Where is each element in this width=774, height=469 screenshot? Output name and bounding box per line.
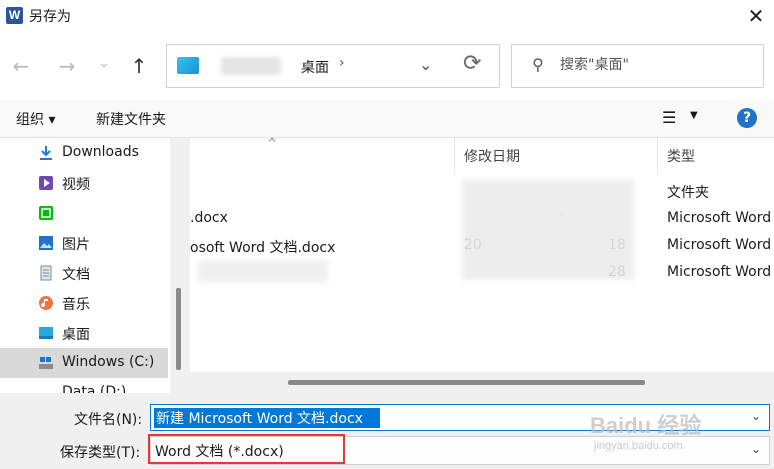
filetype-label: 保存类型(T): xyxy=(60,445,141,461)
filename-dropdown-icon[interactable]: ⌄ xyxy=(751,409,761,423)
desktop-icon xyxy=(39,327,53,339)
chevron-right-icon[interactable]: › xyxy=(339,55,345,71)
watermark-url: jingyan.baidu.com xyxy=(594,440,683,452)
sidebar-item-label: Downloads xyxy=(62,144,139,160)
music-icon xyxy=(39,296,53,310)
file-type: Microsoft Word xyxy=(667,237,772,253)
sidebar-item-pictures[interactable]: 图片 xyxy=(0,228,168,258)
document-icon xyxy=(40,265,52,281)
sidebar-item-label: 音乐 xyxy=(62,297,90,313)
redacted-area xyxy=(462,180,634,280)
sidebar-item-videos[interactable]: 视频 xyxy=(0,168,168,198)
up-arrow-icon[interactable]: ↑ xyxy=(124,51,154,81)
address-bar[interactable]: 桌面 › ⌄ ⟳ xyxy=(166,44,500,88)
drive-icon xyxy=(39,357,53,369)
file-type: 文件夹 xyxy=(667,185,709,201)
address-dropdown-icon[interactable]: ⌄ xyxy=(419,55,432,74)
video-icon xyxy=(39,176,53,190)
download-icon xyxy=(40,146,52,160)
watermark-logo: Baidu 经验 xyxy=(590,413,702,438)
desktop-folder-icon xyxy=(177,57,199,74)
sidebar-item-desktop[interactable]: 桌面 xyxy=(0,318,168,348)
sidebar-item-label: 图片 xyxy=(62,237,90,253)
column-separator[interactable] xyxy=(657,138,658,174)
file-type: Microsoft Word xyxy=(667,264,772,280)
back-arrow-icon[interactable]: ← xyxy=(6,51,36,81)
horizontal-scrollbar[interactable] xyxy=(190,372,774,393)
sidebar-scrollbar-thumb[interactable] xyxy=(176,288,181,370)
forward-arrow-icon[interactable]: → xyxy=(52,51,82,81)
organize-button[interactable]: 组织 ▾ xyxy=(16,109,55,129)
filetype-dropdown-icon[interactable]: ⌄ xyxy=(751,442,761,456)
file-type: Microsoft Word xyxy=(667,210,772,226)
iqiyi-icon xyxy=(39,206,53,220)
help-icon[interactable]: ? xyxy=(737,108,757,128)
column-separator[interactable] xyxy=(454,138,455,174)
sidebar-item-data-d[interactable]: Data (D:) xyxy=(0,378,168,393)
view-options-icon[interactable]: ☰ xyxy=(662,108,676,127)
sidebar-item-windows-c[interactable]: Windows (C:) xyxy=(0,348,168,378)
file-name: .docx xyxy=(190,210,228,226)
sidebar-item-label: Data (D:) xyxy=(62,384,127,393)
column-header-date[interactable]: 修改日期 xyxy=(464,146,520,166)
sidebar-item-iqiyi[interactable] xyxy=(0,198,168,228)
sidebar-item-downloads[interactable]: Downloads xyxy=(0,138,168,168)
filename-input[interactable] xyxy=(154,408,380,428)
navigation-pane: Downloads 视频 图片 文档 音乐 桌面 Windows (C:) Da… xyxy=(0,138,187,393)
refresh-icon[interactable]: ⟳ xyxy=(463,51,481,76)
blurred-path-segment xyxy=(221,57,281,75)
address-current-folder[interactable]: 桌面 xyxy=(301,57,329,77)
new-folder-button[interactable]: 新建文件夹 xyxy=(96,109,166,129)
sort-ascending-icon[interactable]: ^ xyxy=(267,136,277,150)
picture-icon xyxy=(39,236,53,250)
window-title: 另存为 xyxy=(29,9,71,25)
search-icon: ⚲ xyxy=(532,55,544,74)
horizontal-scrollbar-thumb[interactable] xyxy=(288,380,645,385)
redacted-area xyxy=(198,260,328,282)
sidebar-item-label: Windows (C:) xyxy=(62,354,155,370)
view-dropdown-icon[interactable]: ▼ xyxy=(690,110,698,121)
command-toolbar: 组织 ▾ 新建文件夹 ☰ ▼ ? xyxy=(0,100,774,138)
drive-icon xyxy=(38,385,54,393)
search-box[interactable]: ⚲ xyxy=(511,44,764,88)
close-button[interactable]: ✕ xyxy=(738,0,774,32)
recent-locations-icon[interactable]: ⌄ xyxy=(89,48,119,78)
sidebar-item-label: 文档 xyxy=(62,267,90,283)
sidebar-item-label: 桌面 xyxy=(62,327,90,343)
sidebar-item-documents[interactable]: 文档 xyxy=(0,258,168,288)
column-header-type[interactable]: 类型 xyxy=(667,146,695,166)
file-name: osoft Word 文档.docx xyxy=(190,240,336,256)
word-app-icon: W xyxy=(6,7,23,24)
search-input[interactable] xyxy=(560,55,750,75)
annotation-highlight-box xyxy=(148,434,345,464)
sidebar-item-music[interactable]: 音乐 xyxy=(0,288,168,318)
filename-label: 文件名(N): xyxy=(74,412,143,428)
sidebar-item-label: 视频 xyxy=(62,177,90,193)
file-list: ^ 修改日期 类型 文件夹 .docx - Microsoft Word oso… xyxy=(190,136,774,393)
title-bar: W 另存为 ✕ xyxy=(0,0,774,32)
